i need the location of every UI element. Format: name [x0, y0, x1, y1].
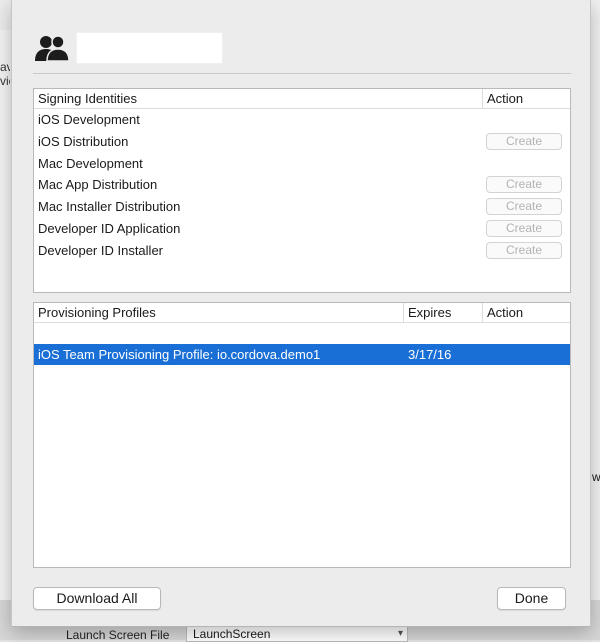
column-header-provisioning-profiles[interactable]: Provisioning Profiles — [34, 303, 402, 322]
column-header-action[interactable]: Action — [482, 303, 567, 322]
table-row[interactable]: Mac Development — [34, 153, 570, 175]
provisioning-profiles-rows: iOS Team Provisioning Profile: io.cordov… — [34, 344, 570, 365]
background-text-1: av — [0, 60, 10, 74]
create-button[interactable]: Create — [486, 241, 562, 259]
profiles-spacer-row — [34, 323, 570, 344]
signing-identities-rows: iOS Development iOS Distribution Create Mac… — [34, 109, 570, 262]
profile-name: iOS Team Provisioning Profile: io.cordov… — [38, 347, 321, 362]
table-row[interactable]: Mac Installer Distribution Create — [34, 196, 570, 218]
signing-identities-table[interactable]: Signing Identities Action iOS Developmen… — [33, 88, 571, 293]
download-all-button[interactable]: Download All — [33, 587, 161, 610]
divider — [33, 73, 571, 74]
users-icon — [34, 34, 70, 62]
table-row[interactable]: Mac App Distribution Create — [34, 174, 570, 196]
table-row[interactable]: Developer ID Application Create — [34, 218, 570, 240]
identity-name: Mac App Distribution — [38, 177, 158, 193]
identity-name: iOS Distribution — [38, 133, 129, 149]
table-row[interactable]: Developer ID Installer Create — [34, 240, 570, 262]
profile-expires: 3/17/16 — [408, 347, 452, 362]
column-header-expires[interactable]: Expires — [403, 303, 482, 322]
create-button[interactable]: Create — [486, 219, 562, 237]
create-button[interactable]: Create — [486, 132, 562, 150]
identity-name: iOS Development — [38, 112, 140, 127]
background-right-text: w — [592, 470, 600, 484]
launch-screen-value: LaunchScreen — [193, 627, 271, 641]
table-row[interactable]: iOS Development — [34, 109, 570, 131]
create-button[interactable]: Create — [486, 198, 562, 216]
column-header-signing-identities[interactable]: Signing Identities — [34, 89, 482, 108]
identity-name: Developer ID Installer — [38, 242, 163, 258]
identity-name: Developer ID Application — [38, 220, 181, 236]
identity-name: Mac Development — [38, 155, 143, 171]
account-name-field — [76, 32, 223, 64]
table-row[interactable]: iOS Distribution Create — [34, 131, 570, 153]
provisioning-profiles-table[interactable]: Provisioning Profiles Expires Action iOS… — [33, 302, 571, 568]
identity-name: Mac Installer Distribution — [38, 199, 181, 215]
column-header-action[interactable]: Action — [482, 89, 567, 108]
create-button[interactable]: Create — [486, 176, 562, 194]
background-text-2: vic — [0, 74, 10, 88]
provisioning-profiles-header: Provisioning Profiles Expires Action — [34, 303, 570, 323]
chevron-down-icon: ▾ — [397, 628, 403, 639]
signing-identities-header: Signing Identities Action — [34, 89, 570, 109]
table-row[interactable]: iOS Team Provisioning Profile: io.cordov… — [34, 344, 570, 365]
done-button[interactable]: Done — [497, 587, 566, 610]
accounts-sheet: Signing Identities Action iOS Developmen… — [11, 0, 591, 627]
